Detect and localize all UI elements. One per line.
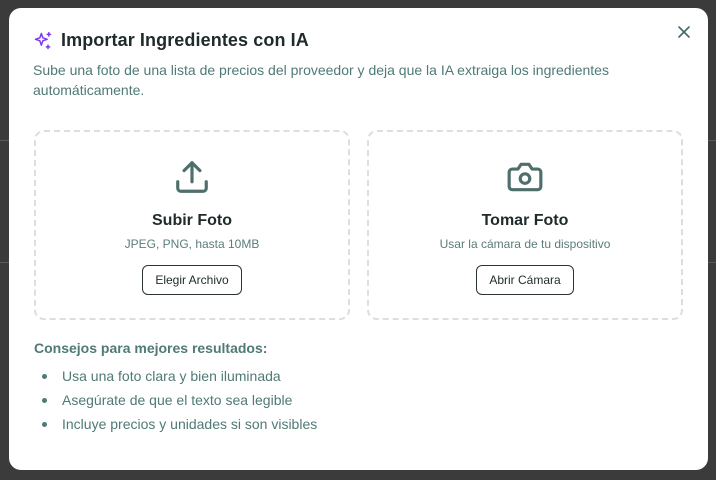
tips-title: Consejos para mejores resultados: [34,340,268,356]
take-photo-card[interactable]: Tomar Foto Usar la cámara de tu disposit… [367,130,683,320]
camera-card-subtitle: Usar la cámara de tu dispositivo [439,237,611,251]
import-ingredients-dialog: Importar Ingredientes con IA Sube una fo… [9,8,708,470]
list-item: Usa una foto clara y bien iluminada [34,364,317,388]
close-button[interactable] [676,24,692,40]
upload-icon [176,161,208,193]
tips-section: Consejos para mejores resultados: Usa un… [34,340,317,436]
dialog-header: Importar Ingredientes con IA Sube una fo… [33,30,668,100]
import-options: Subir Foto JPEG, PNG, hasta 10MB Elegir … [34,130,683,320]
dialog-title: Importar Ingredientes con IA [61,30,309,50]
camera-icon [507,162,543,192]
list-item: Asegúrate de que el texto sea legible [34,388,317,412]
close-icon [678,26,690,38]
tips-list: Usa una foto clara y bien iluminada Aseg… [34,364,317,436]
open-camera-button[interactable]: Abrir Cámara [476,265,574,295]
upload-photo-card[interactable]: Subir Foto JPEG, PNG, hasta 10MB Elegir … [34,130,350,320]
list-item: Incluye precios y unidades si son visibl… [34,412,317,436]
dialog-subtitle: Sube una foto de una lista de precios de… [33,62,609,98]
choose-file-button[interactable]: Elegir Archivo [142,265,242,295]
sparkles-icon [34,31,52,49]
upload-card-subtitle: JPEG, PNG, hasta 10MB [124,237,260,251]
upload-card-title: Subir Foto [152,212,232,229]
camera-card-title: Tomar Foto [481,212,569,229]
